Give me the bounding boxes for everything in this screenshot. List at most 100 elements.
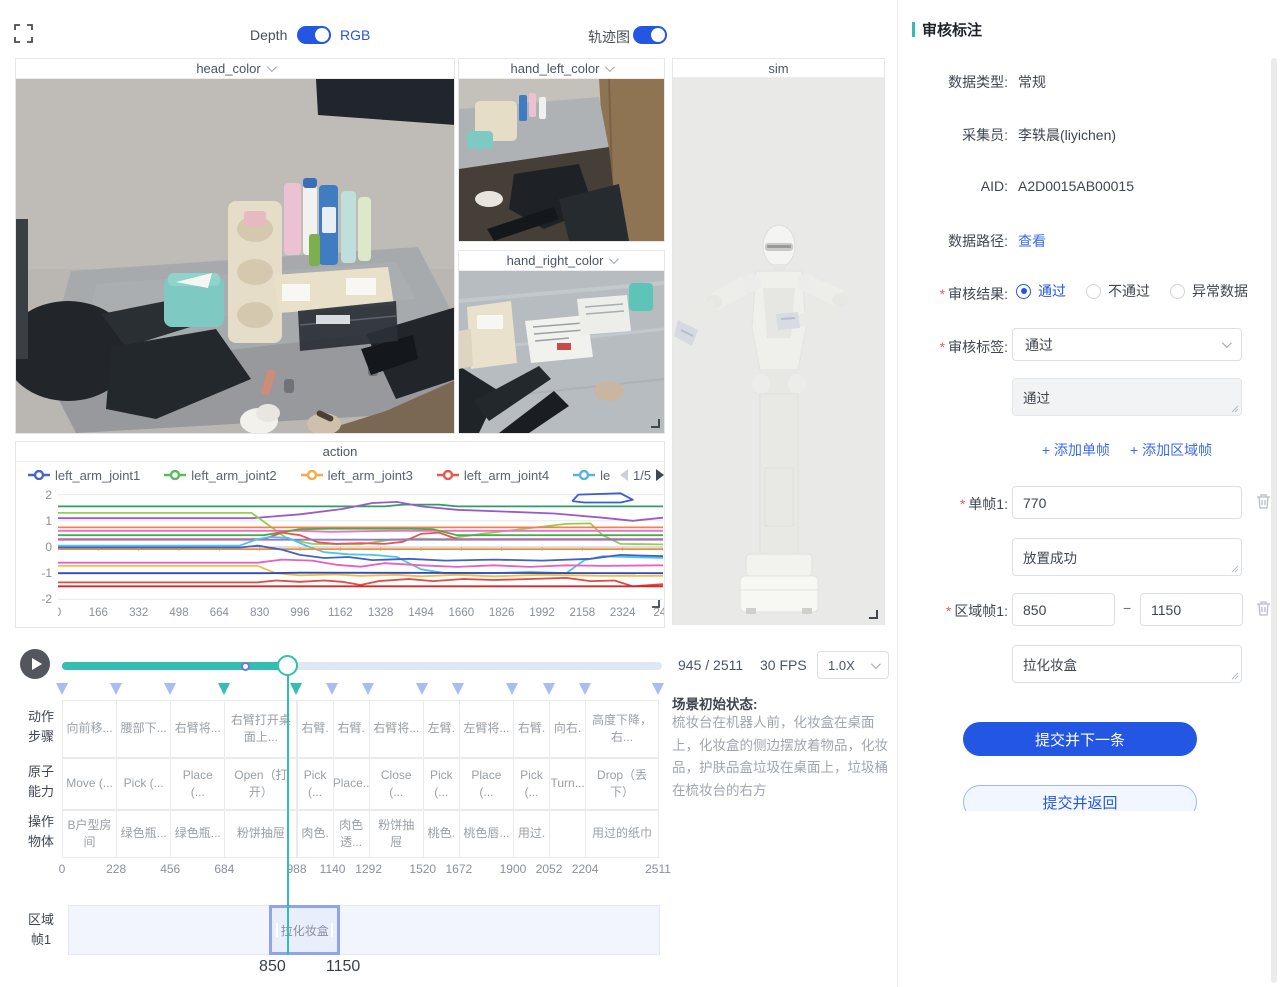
legend-label: left_arm_joint2 xyxy=(191,468,276,483)
legend-item[interactable]: left_arm_joint4 xyxy=(437,468,549,483)
segment-boundary-marker[interactable] xyxy=(452,683,464,695)
required-star: * xyxy=(940,286,945,302)
sim-title: sim xyxy=(768,61,788,76)
radio-label: 异常数据 xyxy=(1192,281,1248,301)
panel-scrollbar[interactable] xyxy=(1271,58,1277,983)
tag-select[interactable]: 通过 xyxy=(1012,328,1242,361)
segment-cell-object: 绿色瓶... xyxy=(170,810,225,858)
legend-item[interactable]: left_arm_joint1 xyxy=(28,468,140,483)
result-radio-option[interactable]: 异常数据 xyxy=(1170,281,1248,301)
segment-boundary-marker[interactable] xyxy=(56,683,68,695)
region-note-textarea[interactable]: 拉化妆盒 xyxy=(1012,645,1242,683)
segment-right-handle[interactable] xyxy=(331,923,333,937)
legend-item[interactable]: left_arm_joint2 xyxy=(164,468,276,483)
result-radio-option[interactable]: 不通过 xyxy=(1086,281,1150,301)
segment-boundary-marker[interactable] xyxy=(326,683,338,695)
legend-item[interactable]: left_arm_joint3 xyxy=(301,468,413,483)
region-start-input[interactable]: 850 xyxy=(1012,593,1115,626)
legend-prev-icon[interactable] xyxy=(620,469,628,481)
play-button[interactable] xyxy=(20,649,50,679)
resize-handle-icon[interactable] xyxy=(1231,405,1239,413)
x-tick-label: 1162 xyxy=(328,607,353,619)
chart-series-line xyxy=(58,578,663,586)
fullscreen-icon[interactable] xyxy=(14,24,33,43)
current-frame-line xyxy=(287,665,289,955)
trajectory-toggle[interactable] xyxy=(633,26,667,44)
playback-slider[interactable] xyxy=(62,662,662,670)
y-tick-label: -1 xyxy=(26,566,52,580)
x-tick-label: 0 xyxy=(58,607,61,619)
chart-series-line xyxy=(58,531,663,532)
hand-left-camera-title: hand_left_color xyxy=(511,61,600,76)
legend-next-icon[interactable] xyxy=(656,469,664,481)
sim-viewport[interactable] xyxy=(673,78,884,624)
segment-boundary-marker[interactable] xyxy=(652,683,664,695)
data-path-link[interactable]: 查看 xyxy=(1018,231,1046,251)
chart-resize-icon[interactable] xyxy=(650,598,660,608)
segment-cell-skill: Place (... xyxy=(459,758,514,810)
x-tick-label: 1660 xyxy=(449,607,475,619)
segment-boundary-marker[interactable] xyxy=(218,683,230,695)
segment-boundary-marker[interactable] xyxy=(543,683,555,695)
slider-fill xyxy=(62,662,288,670)
slider-handle[interactable] xyxy=(277,655,298,676)
resize-handle-icon[interactable] xyxy=(1231,672,1239,680)
resize-handle-icon[interactable] xyxy=(1231,565,1239,573)
region-frame-track[interactable]: 拉化妆盒 xyxy=(68,905,660,955)
legend-page: 1/5 xyxy=(633,468,651,483)
segment-cell-object: 用过的纸巾 xyxy=(585,810,659,858)
depth-rgb-toggle[interactable] xyxy=(297,26,331,44)
segment-cell-action: 右臂将... xyxy=(170,700,225,758)
frame-axis-tick: 1900 xyxy=(500,862,527,876)
data-type-value: 常规 xyxy=(1018,72,1046,92)
hand-left-camera-image xyxy=(459,79,664,241)
segment-boundary-marker[interactable] xyxy=(506,683,518,695)
legend-label: left_arm_joint1 xyxy=(55,468,140,483)
delete-region-frame-icon[interactable] xyxy=(1256,600,1271,617)
chart-y-axis: 210-1-2 xyxy=(26,488,52,606)
segment-boundary-marker[interactable] xyxy=(164,683,176,695)
x-tick-label: 2324 xyxy=(610,607,636,619)
chart-title: action xyxy=(15,441,665,462)
single-frame-input[interactable]: 770 xyxy=(1012,486,1242,519)
head-camera-header[interactable]: head_color xyxy=(16,59,454,79)
legend-item[interactable]: le xyxy=(573,468,610,483)
segment-boundary-marker[interactable] xyxy=(579,683,591,695)
tag-note-textarea[interactable]: 通过 xyxy=(1012,378,1242,416)
legend-marker-icon xyxy=(573,470,595,480)
result-radio-selected[interactable]: 通过 xyxy=(1016,281,1066,301)
segment-boundary-marker[interactable] xyxy=(416,683,428,695)
submit-back-button[interactable]: 提交并返回 xyxy=(963,785,1197,811)
chart-series-line xyxy=(58,546,663,561)
speed-value: 1.0X xyxy=(828,658,855,673)
delete-single-frame-icon[interactable] xyxy=(1256,493,1271,510)
speed-select[interactable]: 1.0X xyxy=(817,651,889,679)
frame-counter: 945 / 2511 xyxy=(678,657,743,673)
region-frame-segment[interactable]: 拉化妆盒 xyxy=(269,905,340,955)
segment-boundary-marker[interactable] xyxy=(362,683,374,695)
data-path-label: 数据路径: xyxy=(900,231,1008,251)
add-single-frame-link[interactable]: + 添加单帧 xyxy=(1042,440,1110,460)
x-tick-label: 664 xyxy=(210,607,229,619)
segment-cell-action: 右臂. xyxy=(513,700,550,758)
scene-state-title: 场景初始状态: xyxy=(672,693,758,713)
frame-separator: / xyxy=(705,657,709,673)
region-end-input[interactable]: 1150 xyxy=(1140,593,1243,626)
rgb-label: RGB xyxy=(340,27,370,43)
hand-left-camera-header[interactable]: hand_left_color xyxy=(459,59,664,79)
row-label-object: 操作物体 xyxy=(24,812,58,852)
add-region-frame-link[interactable]: + 添加区域帧 xyxy=(1130,440,1212,460)
segment-boundary-marker[interactable] xyxy=(110,683,122,695)
segment-boundary-marker[interactable] xyxy=(290,683,302,695)
hand-right-camera-header[interactable]: hand_right_color xyxy=(459,251,664,271)
data-type-label: 数据类型: xyxy=(900,72,1008,92)
region-frame-label: *区域帧1: xyxy=(900,601,1008,621)
segment-left-handle[interactable] xyxy=(276,923,278,937)
radio-label: 通过 xyxy=(1038,281,1066,301)
single-frame-note-textarea[interactable]: 放置成功 xyxy=(1012,538,1242,576)
chart-series-line xyxy=(58,573,663,574)
frame-axis-tick: 1140 xyxy=(320,862,346,876)
segment-cell-skill: Turn... xyxy=(549,758,586,810)
x-tick-label: 830 xyxy=(250,607,269,619)
submit-next-button[interactable]: 提交并下一条 xyxy=(963,722,1197,756)
